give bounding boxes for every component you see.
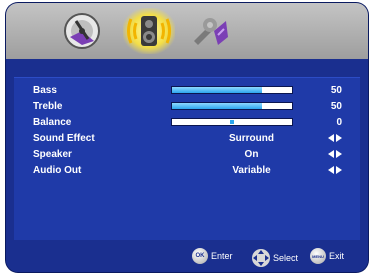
- picture-disc-icon: [64, 13, 100, 49]
- sound-effect-value: Surround: [229, 133, 274, 144]
- sound-settings-panel: Bass 50 Treble 50 Balance 0 Sound Effect…: [14, 77, 360, 241]
- tv-osd-menu: Bass 50 Treble 50 Balance 0 Sound Effect…: [6, 3, 368, 272]
- balance-label: Balance: [33, 117, 72, 128]
- dpad-icon: [252, 249, 270, 267]
- enter-hint: OK Enter: [192, 248, 233, 264]
- balance-value: 0: [336, 117, 342, 128]
- speaker-row[interactable]: Speaker On: [14, 147, 360, 163]
- bass-slider[interactable]: [171, 86, 293, 94]
- audio-out-row[interactable]: Audio Out Variable: [14, 163, 360, 179]
- audio-out-label: Audio Out: [33, 165, 82, 176]
- menu-button-icon: MENU: [310, 248, 326, 264]
- speaker-sound-icon: [127, 16, 171, 46]
- menu-tab-bar: [6, 3, 368, 59]
- bass-value: 50: [330, 85, 342, 96]
- left-right-arrows-icon[interactable]: [328, 150, 342, 158]
- tab-sound[interactable]: [123, 8, 175, 54]
- left-right-arrows-icon[interactable]: [328, 134, 342, 142]
- tab-setup[interactable]: [184, 8, 236, 54]
- treble-label: Treble: [33, 101, 63, 112]
- bass-label: Bass: [33, 85, 57, 96]
- tab-picture[interactable]: [56, 8, 108, 54]
- ok-button-icon: OK: [192, 248, 208, 264]
- wrench-setup-icon: [194, 18, 228, 45]
- speaker-value: On: [244, 149, 259, 160]
- treble-slider-fill: [172, 103, 262, 109]
- sound-effect-row[interactable]: Sound Effect Surround: [14, 131, 360, 147]
- audio-out-value: Variable: [232, 165, 271, 176]
- left-right-arrows-icon[interactable]: [328, 166, 342, 174]
- exit-hint: MENU Exit: [310, 248, 344, 264]
- footer-hint-bar: OK Enter Select MENU Exit: [6, 240, 368, 272]
- bass-row[interactable]: Bass 50: [14, 83, 360, 99]
- enter-label: Enter: [211, 251, 233, 261]
- treble-row[interactable]: Treble 50: [14, 99, 360, 115]
- sound-effect-label: Sound Effect: [33, 133, 95, 144]
- select-hint: Select: [251, 248, 298, 268]
- bass-slider-fill: [172, 87, 262, 93]
- select-label: Select: [273, 253, 299, 263]
- treble-slider[interactable]: [171, 102, 293, 110]
- exit-label: Exit: [329, 251, 345, 261]
- balance-row[interactable]: Balance 0: [14, 115, 360, 131]
- balance-slider-knob: [230, 120, 234, 124]
- treble-value: 50: [330, 101, 342, 112]
- speaker-label: Speaker: [33, 149, 72, 160]
- title-band: [6, 59, 368, 77]
- balance-slider[interactable]: [171, 118, 293, 126]
